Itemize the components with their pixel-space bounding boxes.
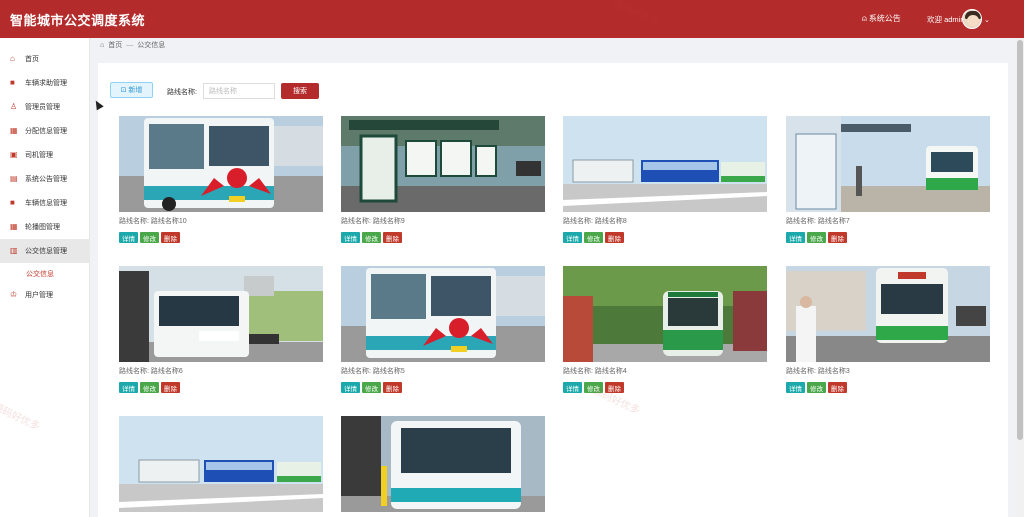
sidebar-item-vehicle-help[interactable]: ■ 车辆求助管理 bbox=[0, 71, 90, 95]
edit-button[interactable]: 修改 bbox=[140, 382, 159, 393]
id-card-icon: ▣ bbox=[10, 150, 18, 159]
detail-button[interactable]: 详情 bbox=[563, 382, 582, 393]
edit-button[interactable]: 修改 bbox=[807, 382, 826, 393]
sidebar-item-allocation[interactable]: ▦ 分配信息管理 bbox=[0, 119, 90, 143]
detail-button[interactable]: 详情 bbox=[563, 232, 582, 243]
edit-button[interactable]: 修改 bbox=[362, 232, 381, 243]
bus-icon: ▤ bbox=[10, 174, 18, 183]
user-icon: ♙ bbox=[10, 102, 18, 111]
sidebar-item-carousel[interactable]: ▦ 轮播图管理 bbox=[0, 215, 90, 239]
bus-photo[interactable] bbox=[119, 416, 323, 512]
sidebar-subitem-bus-info[interactable]: 公交信息 bbox=[26, 269, 54, 279]
detail-button[interactable]: 详情 bbox=[786, 232, 805, 243]
route-name: 路线名称: 路线名称5 bbox=[341, 368, 405, 375]
bookmark-icon: ■ bbox=[10, 78, 15, 87]
app-title: 智能城市公交调度系统 bbox=[10, 13, 146, 28]
bell-icon: ⍝ bbox=[862, 13, 867, 23]
add-button[interactable]: ⊡ 新增 bbox=[110, 82, 153, 98]
detail-button[interactable]: 详情 bbox=[341, 382, 360, 393]
sidebar: ⌂ 首页 ■ 车辆求助管理 ♙ 管理员管理 ▦ 分配信息管理 ▣ 司机管理 ▤ … bbox=[0, 38, 90, 517]
breadcrumb-home[interactable]: 首页 bbox=[108, 40, 122, 50]
route-name-label: 路线名称: bbox=[167, 89, 197, 96]
breadcrumb-current: 公交信息 bbox=[137, 42, 166, 49]
edit-button[interactable]: 修改 bbox=[807, 232, 826, 243]
delete-button[interactable]: 删除 bbox=[383, 382, 402, 393]
bus-photo[interactable] bbox=[119, 116, 323, 212]
delete-button[interactable]: 删除 bbox=[161, 232, 180, 243]
sidebar-item-users[interactable]: ♔ 用户管理 bbox=[0, 283, 90, 307]
bus-photo[interactable] bbox=[341, 116, 545, 212]
detail-button[interactable]: 详情 bbox=[119, 382, 138, 393]
detail-button[interactable]: 详情 bbox=[786, 382, 805, 393]
route-name: 路线名称: 路线名称8 bbox=[563, 218, 627, 225]
sidebar-item-drivers[interactable]: ▣ 司机管理 bbox=[0, 143, 90, 167]
grid-icon: ▦ bbox=[10, 126, 18, 135]
breadcrumb: ⌂ 首页 — 公交信息 bbox=[100, 40, 165, 50]
edit-button[interactable]: 修改 bbox=[362, 382, 381, 393]
bus-photo[interactable] bbox=[563, 266, 767, 362]
bus-photo[interactable] bbox=[341, 416, 545, 512]
bus-photo[interactable] bbox=[786, 266, 990, 362]
announcement-label: 系统公告 bbox=[868, 14, 901, 23]
sidebar-item-announcements[interactable]: ▤ 系统公告管理 bbox=[0, 167, 90, 191]
route-name: 路线名称: 路线名称9 bbox=[341, 218, 405, 225]
search-button[interactable]: 搜索 bbox=[281, 83, 319, 99]
edit-button[interactable]: 修改 bbox=[584, 232, 603, 243]
bus-photo[interactable] bbox=[786, 116, 990, 212]
detail-button[interactable]: 详情 bbox=[341, 232, 360, 243]
scrollbar-thumb[interactable] bbox=[1017, 40, 1023, 440]
edit-button[interactable]: 修改 bbox=[140, 232, 159, 243]
detail-button[interactable]: 详情 bbox=[119, 232, 138, 243]
delete-button[interactable]: 删除 bbox=[828, 232, 847, 243]
delete-button[interactable]: 删除 bbox=[161, 382, 180, 393]
user-avatar[interactable] bbox=[962, 9, 982, 29]
sidebar-item-home[interactable]: ⌂ 首页 bbox=[0, 47, 90, 71]
top-bar: 智能城市公交调度系统 ⍝ 系统公告 欢迎 admin ⌄ bbox=[0, 0, 1024, 38]
scrollbar[interactable] bbox=[1016, 38, 1024, 517]
delete-button[interactable]: 删除 bbox=[828, 382, 847, 393]
delete-button[interactable]: 删除 bbox=[383, 232, 402, 243]
home-icon: ⌂ bbox=[100, 41, 105, 49]
bar-chart-icon: ▥ bbox=[10, 246, 18, 255]
breadcrumb-separator: — bbox=[126, 41, 134, 49]
route-name-input[interactable] bbox=[203, 83, 275, 99]
sidebar-item-admins[interactable]: ♙ 管理员管理 bbox=[0, 95, 90, 119]
bus-photo[interactable] bbox=[119, 266, 323, 362]
user-group-icon: ♔ bbox=[10, 290, 18, 299]
welcome-text: 欢迎 admin bbox=[927, 15, 965, 24]
chevron-down-icon[interactable]: ⌄ bbox=[984, 16, 990, 24]
route-name: 路线名称: 路线名称6 bbox=[119, 368, 183, 375]
route-name: 路线名称: 路线名称7 bbox=[786, 218, 850, 225]
home-icon: ⌂ bbox=[10, 54, 15, 63]
sidebar-item-vehicles[interactable]: ■ 车辆信息管理 bbox=[0, 191, 90, 215]
sidebar-item-bus-info[interactable]: ▥ 公交信息管理 bbox=[0, 239, 90, 263]
route-name: 路线名称: 路线名称4 bbox=[563, 368, 627, 375]
bookmark-icon: ■ bbox=[10, 198, 15, 207]
route-name: 路线名称: 路线名称3 bbox=[786, 368, 850, 375]
announcement-link[interactable]: ⍝ 系统公告 bbox=[862, 13, 901, 24]
grid-icon: ▦ bbox=[10, 222, 18, 231]
bus-photo[interactable] bbox=[341, 266, 545, 362]
delete-button[interactable]: 删除 bbox=[605, 232, 624, 243]
route-name: 路线名称: 路线名称10 bbox=[119, 218, 187, 225]
bus-photo[interactable] bbox=[563, 116, 767, 212]
